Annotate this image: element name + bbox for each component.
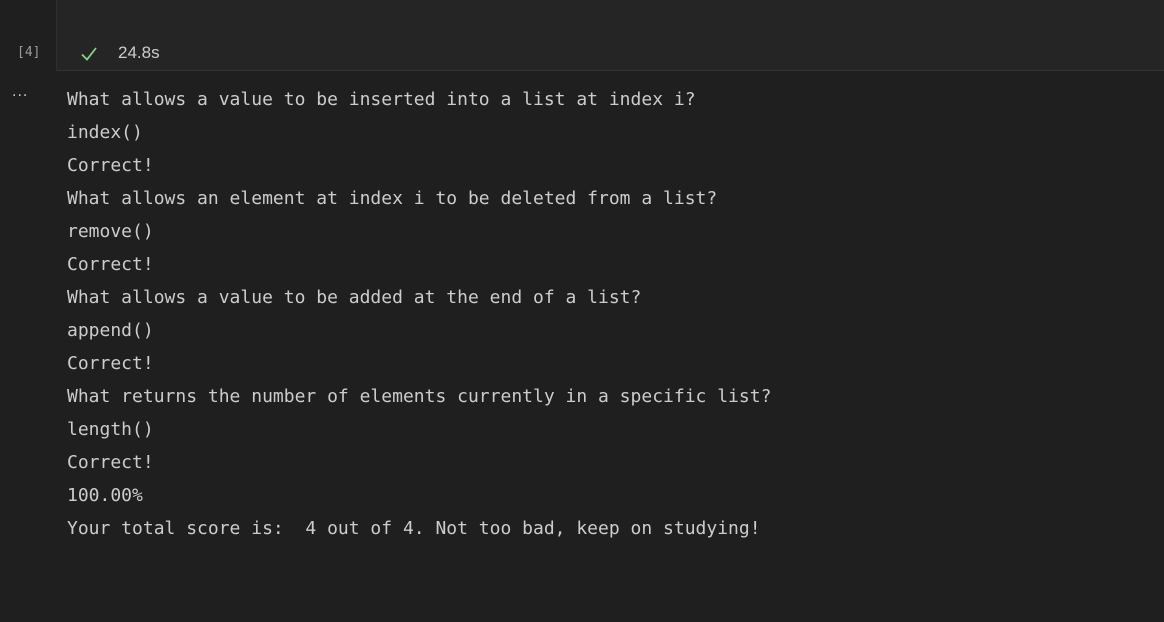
output-line: Correct! xyxy=(67,155,154,176)
output-line: What returns the number of elements curr… xyxy=(67,386,772,407)
check-icon xyxy=(81,47,97,61)
output-line: What allows a value to be inserted into … xyxy=(67,89,696,110)
output-line: Correct! xyxy=(67,452,154,473)
output-line: Correct! xyxy=(67,254,154,275)
output-line: What allows a value to be added at the e… xyxy=(67,287,642,308)
execution-duration: 24.8s xyxy=(118,43,160,62)
output-line: append() xyxy=(67,320,154,341)
ellipsis-icon[interactable]: ··· xyxy=(12,86,28,106)
output-line: What allows an element at index i to be … xyxy=(67,188,718,209)
output-line: index() xyxy=(67,122,143,143)
output-line: Correct! xyxy=(67,353,154,374)
notebook-page: [4] 24.8s ··· What allows a value to be … xyxy=(0,0,1164,622)
cell-divider xyxy=(56,0,57,71)
cell-header xyxy=(56,0,1164,71)
execution-count: [4] xyxy=(17,45,41,60)
cell-output: What allows a value to be inserted into … xyxy=(67,83,771,545)
output-line: remove() xyxy=(67,221,154,242)
output-line: length() xyxy=(67,419,154,440)
output-line: Your total score is: 4 out of 4. Not too… xyxy=(67,518,761,539)
output-line: 100.00% xyxy=(67,485,143,506)
cell-status-bar: [4] 24.8s xyxy=(0,0,1164,71)
